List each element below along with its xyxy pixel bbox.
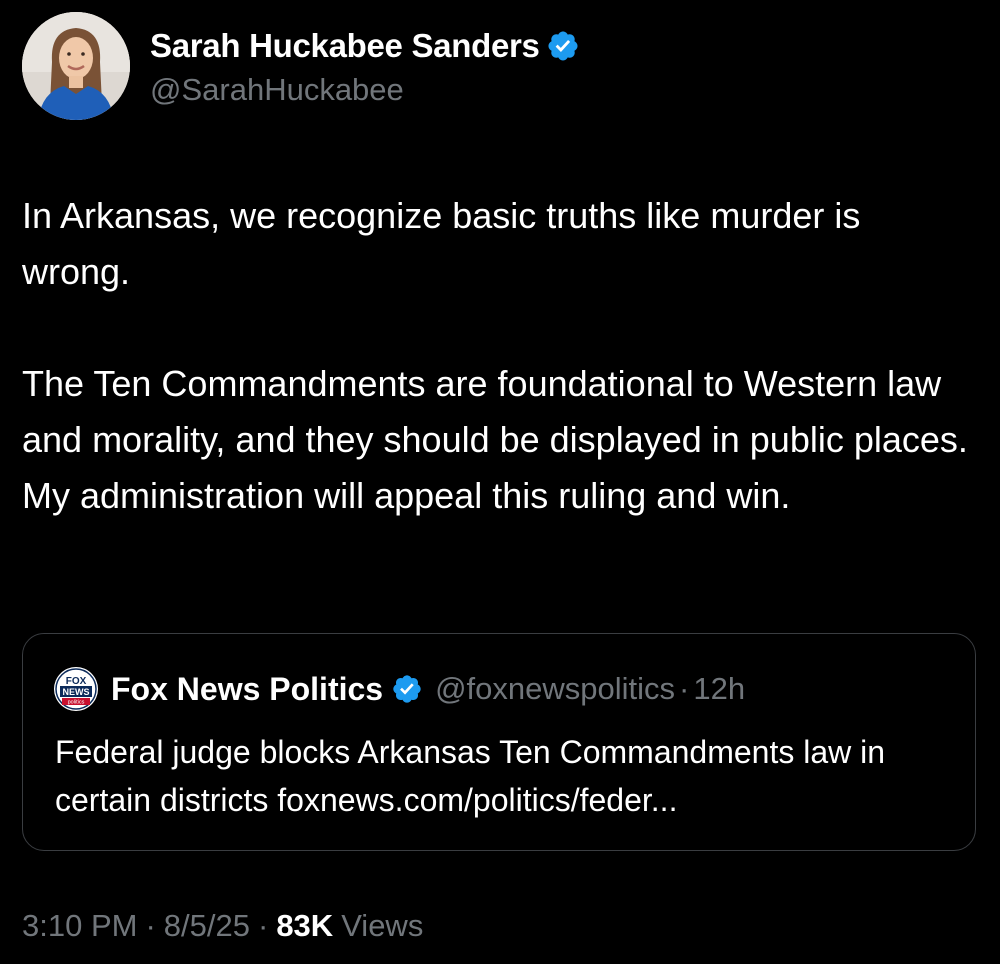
quoted-post-text: Federal judge blocks Arkansas Ten Comman…: [55, 734, 886, 818]
post-time[interactable]: 3:10 PM: [22, 908, 137, 944]
quoted-post-time[interactable]: 12h: [693, 671, 745, 707]
svg-text:NEWS: NEWS: [63, 687, 90, 697]
avatar-image: [22, 12, 130, 120]
svg-text:FOX: FOX: [66, 676, 87, 687]
post-date[interactable]: 8/5/25: [164, 908, 250, 944]
views-count[interactable]: 83K: [276, 908, 333, 944]
post-paragraph: The Ten Commandments are foundational to…: [22, 363, 968, 516]
tweet: Sarah Huckabee Sanders @SarahHuckabee In…: [0, 0, 1000, 964]
separator-dot: ·: [145, 908, 156, 943]
author-name-row: Sarah Huckabee Sanders: [150, 26, 580, 66]
quoted-post-header: FOX NEWS politics Fox News Politics @fox…: [53, 666, 745, 712]
separator-dot: ·: [679, 671, 690, 706]
author-handle[interactable]: @SarahHuckabee: [150, 72, 404, 108]
post-meta: 3:10 PM · 8/5/25 · 83K Views: [22, 908, 423, 944]
separator-dot: ·: [257, 908, 269, 943]
views-label: Views: [341, 908, 424, 943]
post-paragraph: In Arkansas, we recognize basic truths l…: [22, 195, 861, 292]
fox-news-politics-logo-icon: FOX NEWS politics: [53, 666, 99, 712]
avatar[interactable]: [22, 12, 130, 120]
verified-badge-icon: [391, 673, 423, 705]
verified-badge-icon: [546, 29, 580, 63]
quoted-post-card[interactable]: FOX NEWS politics Fox News Politics @fox…: [22, 633, 976, 851]
svg-text:politics: politics: [68, 700, 85, 706]
author-display-name[interactable]: Sarah Huckabee Sanders: [150, 27, 540, 65]
quoted-author-name[interactable]: Fox News Politics: [111, 671, 383, 708]
post-body: In Arkansas, we recognize basic truths l…: [22, 188, 972, 524]
quoted-author-handle[interactable]: @foxnewspolitics: [435, 671, 675, 707]
